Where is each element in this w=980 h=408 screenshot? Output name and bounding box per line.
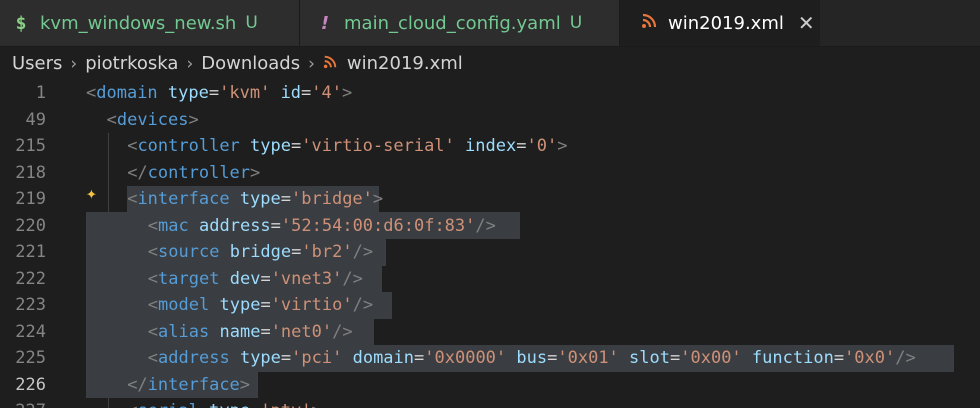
line-number: 218 (15, 162, 46, 183)
breadcrumb-item-downloads[interactable]: Downloads (201, 53, 300, 74)
line-number: 219 (15, 189, 46, 209)
tab-label: win2019.xml (668, 12, 784, 34)
tab-bar: $ kvm_windows_new.sh U ! main_cloud_conf… (0, 0, 980, 47)
line-number: 224 (15, 321, 46, 342)
sparkle-icon[interactable]: ✦ (86, 183, 97, 204)
code-line: <controller type='virtio-serial' index='… (127, 136, 568, 156)
chevron-right-icon: › (70, 53, 78, 74)
code-line: <mac address='52:54:00:d6:0f:83'/> (147, 215, 496, 236)
line-number: 226 (15, 374, 46, 395)
line-number: 225 (15, 348, 46, 368)
breadcrumb-item-users[interactable]: Users (12, 53, 62, 74)
tab-kvm-windows-new-sh[interactable]: $ kvm_windows_new.sh U (0, 0, 300, 46)
line-number: 215 (15, 136, 46, 156)
code-line: </interface> (127, 374, 251, 395)
breadcrumb-item-piotrkoska[interactable]: piotrkoska (85, 53, 178, 74)
rss-icon (323, 55, 337, 73)
line-number: 223 (15, 295, 46, 315)
chevron-right-icon: › (308, 53, 315, 74)
line-number: 49 (25, 109, 46, 130)
code-editor[interactable]: 1 49 215 218 219 220 221 222 223 224 225 226 227 ✦ <… (0, 80, 980, 408)
code-line: <devices> (106, 109, 199, 130)
yaml-file-icon: ! (320, 12, 330, 34)
code-line: <target dev='vnet3'/> (147, 268, 363, 289)
code-line: <serial type='pty'> (127, 398, 322, 408)
code-line: <address type='pci' domain='0x0000' bus=… (147, 348, 916, 368)
tab-label: kvm_windows_new.sh (40, 12, 237, 34)
chevron-right-icon: › (186, 53, 194, 74)
untracked-badge: U (245, 13, 258, 33)
tab-main-cloud-config-yaml[interactable]: ! main_cloud_config.yaml U (300, 0, 620, 46)
untracked-badge: U (569, 13, 583, 33)
shell-script-icon: $ (15, 12, 27, 34)
tab-label: main_cloud_config.yaml (344, 12, 561, 34)
tab-win2019-xml[interactable]: win2019.xml ✕ (620, 0, 820, 46)
line-number: 222 (15, 268, 46, 289)
code-line: <interface type='bridge'> (127, 189, 384, 209)
code-line: <domain type='kvm' id='4'> (86, 83, 353, 103)
code-line: </controller> (127, 162, 261, 183)
breadcrumb-item-file[interactable]: win2019.xml (347, 53, 463, 74)
line-number: 221 (15, 242, 46, 262)
line-number: 1 (35, 83, 46, 103)
breadcrumb: Users › piotrkoska › Downloads › win2019… (0, 47, 980, 80)
rss-icon (640, 13, 658, 34)
code-line: <alias name='net0'/> (147, 321, 353, 342)
line-number: 220 (15, 215, 46, 236)
code-line: <model type='virtio'/> (147, 295, 374, 315)
line-number: 227 (0, 398, 46, 408)
code-line: <source bridge='br2'/> (147, 242, 374, 262)
close-icon[interactable]: ✕ (798, 11, 815, 35)
